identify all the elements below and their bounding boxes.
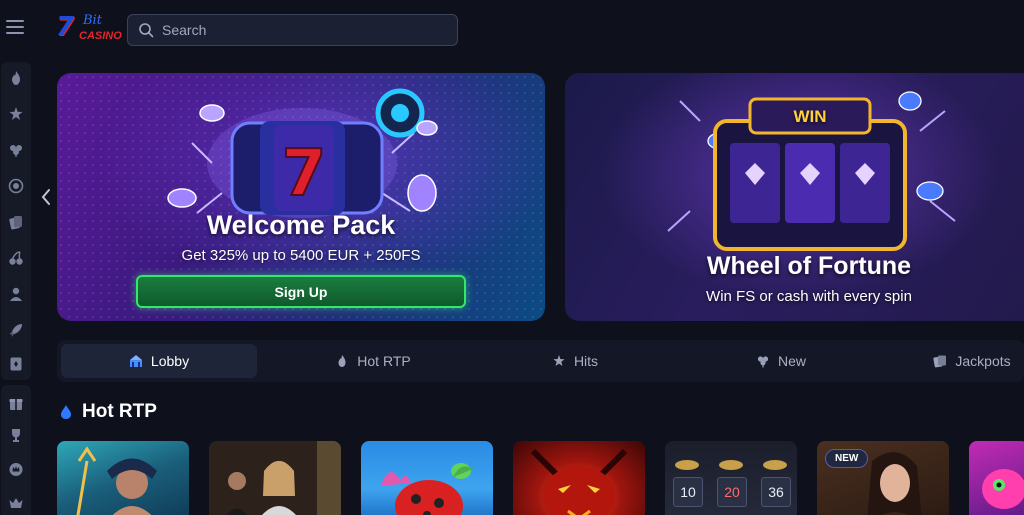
game-tile[interactable] bbox=[57, 441, 189, 515]
poseidon-art bbox=[76, 446, 157, 515]
card-deck-icon[interactable] bbox=[8, 356, 24, 372]
lobby-icon bbox=[129, 355, 142, 367]
game-tile[interactable] bbox=[209, 441, 341, 515]
logo-brand: Bit bbox=[83, 13, 102, 28]
ladybug-art bbox=[381, 463, 473, 515]
roulette-number: 36 bbox=[761, 477, 791, 507]
tab-jackpots[interactable]: Jackpots bbox=[917, 344, 1024, 378]
live-dealer-art bbox=[209, 441, 341, 515]
section-hot-rtp-heading: Hot RTP bbox=[60, 400, 157, 424]
game-tile[interactable] bbox=[513, 441, 645, 515]
game-tile[interactable]: NEW bbox=[817, 441, 949, 515]
logo-sub: CASINO bbox=[79, 30, 122, 42]
roulette-number: 10 bbox=[673, 477, 703, 507]
tab-label: Jackpots bbox=[955, 353, 1011, 369]
flame-icon bbox=[338, 355, 346, 367]
sidebar bbox=[0, 60, 32, 515]
clover-icon bbox=[757, 356, 769, 368]
new-badge: NEW bbox=[825, 449, 869, 468]
tab-label: Hot RTP bbox=[357, 353, 411, 369]
search-input[interactable] bbox=[162, 22, 442, 38]
search-icon bbox=[139, 23, 154, 38]
banner-subtitle: Get 325% up to 5400 EUR + 250FS bbox=[181, 247, 421, 264]
tab-label: New bbox=[777, 353, 806, 369]
logo-number: 7 bbox=[56, 12, 74, 42]
vip-crown-icon[interactable] bbox=[8, 495, 24, 511]
banner-wheel-of-fortune[interactable]: WIN Wheel of Fortune Win FS or cash with… bbox=[565, 73, 1024, 321]
clover-icon[interactable] bbox=[8, 142, 24, 158]
game-tile[interactable]: 10 20 36 bbox=[665, 441, 797, 515]
target-icon[interactable] bbox=[8, 178, 24, 194]
svg-text:7: 7 bbox=[282, 137, 327, 211]
pink-creature-art bbox=[982, 469, 1024, 509]
cherries-icon[interactable] bbox=[8, 250, 24, 266]
tab-hot-rtp[interactable]: Hot RTP bbox=[275, 344, 471, 378]
tab-new[interactable]: New bbox=[683, 344, 879, 378]
slot-cards-icon[interactable] bbox=[8, 214, 24, 230]
red-dragon-art bbox=[530, 448, 628, 515]
rocket-icon[interactable] bbox=[8, 322, 24, 338]
category-tabs: Lobby Hot RTP Hits New Jackpots bbox=[57, 340, 1024, 382]
gift-icon[interactable] bbox=[8, 395, 24, 411]
tab-hits[interactable]: Hits bbox=[477, 344, 673, 378]
section-title: Hot RTP bbox=[82, 401, 157, 422]
jackpot-icon bbox=[933, 355, 947, 368]
live-dealer-icon[interactable] bbox=[8, 286, 24, 302]
logo[interactable]: 7 Bit CASINO bbox=[56, 12, 122, 46]
sidebar-group-games bbox=[1, 62, 31, 380]
hamburger-icon[interactable] bbox=[6, 20, 24, 36]
drop-flame-icon bbox=[61, 405, 71, 419]
banner-subtitle: Win FS or cash with every spin bbox=[706, 288, 912, 305]
top-bar: 7 Bit CASINO bbox=[0, 0, 1024, 60]
sign-up-button[interactable]: Sign Up bbox=[136, 275, 466, 308]
game-tile[interactable] bbox=[969, 441, 1024, 515]
tab-lobby[interactable]: Lobby bbox=[61, 344, 257, 378]
crown-coin-icon[interactable] bbox=[8, 461, 24, 477]
tab-label: Hits bbox=[573, 353, 599, 369]
tab-label: Lobby bbox=[150, 353, 190, 369]
banner-title: Wheel of Fortune bbox=[706, 252, 912, 280]
roulette-number: 20 bbox=[717, 477, 747, 507]
flame-icon[interactable] bbox=[8, 70, 24, 86]
stars-icon[interactable] bbox=[8, 106, 24, 122]
stars-icon bbox=[553, 355, 565, 366]
carousel-prev-arrow-icon[interactable] bbox=[40, 188, 52, 206]
game-tile[interactable] bbox=[361, 441, 493, 515]
sidebar-group-promo bbox=[1, 385, 31, 515]
trophy-icon[interactable] bbox=[8, 427, 24, 443]
win-sign: WIN bbox=[793, 107, 827, 126]
search-bar[interactable] bbox=[127, 14, 458, 46]
banner-title: Welcome Pack bbox=[206, 210, 396, 240]
